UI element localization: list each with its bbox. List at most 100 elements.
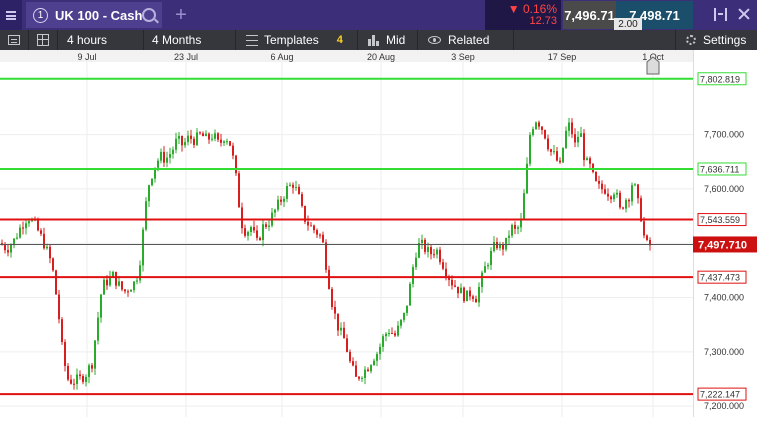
candle-body bbox=[625, 199, 627, 209]
candle-body bbox=[184, 142, 186, 146]
close-icon[interactable] bbox=[737, 7, 751, 21]
candle-body bbox=[382, 336, 384, 347]
candle-body bbox=[403, 312, 405, 320]
candle-body bbox=[379, 346, 381, 354]
candle-body bbox=[76, 374, 78, 385]
candle-body bbox=[112, 271, 114, 277]
candle-body bbox=[148, 185, 150, 202]
candle-body bbox=[235, 155, 237, 174]
candle-body bbox=[634, 184, 636, 186]
templates-button[interactable]: Templates 4 bbox=[236, 30, 358, 50]
interval-selector[interactable]: 4 hours bbox=[58, 30, 144, 50]
candle-body bbox=[262, 224, 264, 241]
instrument-tab[interactable]: 1 UK 100 - Cash bbox=[26, 2, 162, 28]
candle-body bbox=[43, 233, 45, 249]
y-tick-label: 7,700.000 bbox=[704, 130, 744, 140]
candle-body bbox=[166, 157, 168, 163]
candle-body bbox=[619, 192, 621, 208]
candle-body bbox=[370, 365, 372, 372]
candle-body bbox=[280, 199, 282, 202]
candle-body bbox=[424, 239, 426, 252]
candle-body bbox=[82, 376, 84, 382]
candle-body bbox=[136, 280, 138, 282]
menu-button[interactable] bbox=[0, 0, 22, 30]
candle-body bbox=[238, 173, 240, 208]
candle-body bbox=[61, 319, 63, 343]
price-chart[interactable]: 9 Jul 23 Jul 6 Aug 20 Aug 3 Sep 17 Sep 1 Oct 7,… bbox=[0, 50, 757, 417]
candle-body bbox=[481, 272, 483, 287]
settings-button[interactable]: Settings bbox=[675, 30, 757, 50]
candle-body bbox=[298, 186, 300, 195]
candle-body bbox=[121, 281, 123, 290]
candle-body bbox=[460, 287, 462, 294]
candle-body bbox=[409, 283, 411, 306]
candle-body bbox=[406, 305, 408, 313]
candle-body bbox=[562, 147, 564, 163]
candle-body bbox=[595, 171, 597, 181]
chart-canvas[interactable]: 9 Jul 23 Jul 6 Aug 20 Aug 3 Sep 17 Sep 1 Oct7,… bbox=[0, 50, 757, 417]
candle-body bbox=[571, 122, 573, 135]
candle-body bbox=[37, 219, 39, 231]
search-icon[interactable] bbox=[142, 8, 156, 22]
price-type-selector[interactable]: Mid bbox=[358, 30, 418, 50]
candle-body bbox=[220, 139, 222, 143]
candle-body bbox=[337, 313, 339, 331]
candle-body bbox=[313, 225, 315, 231]
candle-body bbox=[643, 221, 645, 236]
candle-body bbox=[25, 223, 27, 229]
candle-body bbox=[523, 193, 525, 219]
candle-body bbox=[193, 138, 195, 145]
range-selector[interactable]: 4 Months bbox=[144, 30, 236, 50]
candle-body bbox=[214, 133, 216, 139]
candle-body bbox=[40, 230, 42, 234]
x-tick-label: 9 Jul bbox=[77, 52, 96, 62]
candle-body bbox=[265, 224, 267, 227]
candle-body bbox=[592, 163, 594, 172]
candle-body bbox=[115, 271, 117, 286]
candle-body bbox=[496, 241, 498, 249]
candle-body bbox=[604, 189, 606, 194]
candle-body bbox=[436, 249, 438, 255]
x-tick-label: 23 Jul bbox=[174, 52, 198, 62]
layout-button[interactable] bbox=[29, 30, 58, 50]
candle-body bbox=[208, 133, 210, 140]
templates-count-badge: 4 bbox=[336, 34, 343, 46]
candle-body bbox=[580, 133, 582, 137]
candle-body bbox=[541, 126, 543, 130]
candle-body bbox=[484, 266, 486, 273]
candle-body bbox=[94, 340, 96, 369]
candle-body bbox=[628, 199, 630, 202]
candle-body bbox=[421, 239, 423, 243]
time-axis-strip bbox=[0, 50, 693, 62]
candle-body bbox=[559, 160, 561, 163]
candle-body bbox=[553, 151, 555, 153]
candle-body bbox=[253, 227, 255, 231]
watchlist-button[interactable] bbox=[0, 30, 29, 50]
candle-body bbox=[601, 183, 603, 190]
candle-body bbox=[427, 247, 429, 252]
candle-body bbox=[127, 291, 129, 293]
candle-body bbox=[466, 290, 468, 302]
candle-body bbox=[151, 178, 153, 186]
add-tab-button[interactable]: + bbox=[166, 2, 196, 28]
gear-icon bbox=[686, 35, 696, 45]
price-type-label: Mid bbox=[386, 33, 406, 47]
change-points: 12.73 bbox=[529, 15, 557, 27]
candle-body bbox=[286, 186, 288, 199]
candle-body bbox=[100, 294, 102, 318]
candle-body bbox=[640, 198, 642, 222]
expand-icon[interactable] bbox=[714, 8, 727, 21]
candle-body bbox=[361, 377, 363, 379]
related-button[interactable]: Related bbox=[418, 30, 514, 50]
x-tick-label: 17 Sep bbox=[548, 52, 577, 62]
candle-body bbox=[7, 250, 9, 253]
candle-body bbox=[10, 245, 12, 253]
candle-body bbox=[217, 133, 219, 140]
sell-price-button[interactable]: 7,496.71 bbox=[563, 1, 616, 29]
candle-body bbox=[316, 230, 318, 235]
candle-body bbox=[535, 122, 537, 130]
candle-body bbox=[577, 136, 579, 143]
candle-body bbox=[73, 383, 75, 385]
candle-body bbox=[430, 247, 432, 255]
candle-body bbox=[58, 294, 60, 320]
